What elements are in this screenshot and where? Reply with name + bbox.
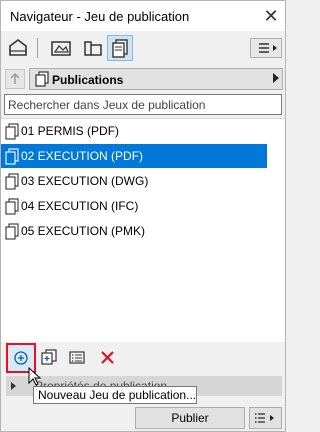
window-title: Navigateur - Jeu de publication	[10, 9, 190, 24]
publisher-set-icon	[5, 173, 19, 190]
list-item[interactable]: 02 EXECUTION (PDF)	[1, 144, 267, 168]
project-map-icon	[9, 39, 27, 56]
publisher-set-icon	[5, 123, 19, 140]
dropdown-label: Publications	[52, 73, 124, 87]
settings-icon	[69, 351, 85, 364]
list-item[interactable]: 01 PERMIS (PDF)	[1, 119, 267, 143]
list-menu-icon	[255, 413, 274, 423]
delete-button[interactable]	[98, 346, 118, 370]
up-level-button[interactable]	[5, 69, 25, 89]
tooltip: Nouveau Jeu de publication...	[33, 386, 197, 404]
mouse-pointer-icon	[28, 367, 42, 386]
publisher-sets-icon	[35, 71, 49, 87]
publisher-set-icon	[5, 223, 19, 240]
publisher-sets-button[interactable]	[107, 35, 133, 61]
list-item-label: 01 PERMIS (PDF)	[21, 124, 120, 138]
publisher-set-settings-button[interactable]	[67, 346, 87, 370]
new-publisher-set-icon	[14, 351, 28, 365]
list-item[interactable]: 04 EXECUTION (IFC)	[1, 194, 267, 218]
publisher-set-list: 01 PERMIS (PDF) 02 EXECUTION (PDF) 03 EXEC…	[1, 118, 285, 342]
list-item-label: 05 EXECUTION (PMK)	[21, 224, 146, 238]
toolbar-separator	[37, 38, 38, 58]
list-item[interactable]: 03 EXECUTION (DWG)	[1, 169, 267, 193]
close-icon: ✕	[263, 6, 279, 26]
options-menu-button[interactable]	[250, 38, 282, 58]
publications-dropdown[interactable]: Publications	[29, 68, 283, 90]
view-map-icon	[51, 41, 71, 56]
publish-button[interactable]: Publier	[135, 407, 245, 429]
view-map-button[interactable]	[48, 35, 74, 61]
layout-book-icon	[84, 41, 102, 56]
chevron-right-icon	[11, 382, 16, 390]
chevron-right-icon	[273, 73, 279, 83]
publish-options-button[interactable]	[249, 407, 282, 429]
search-input[interactable]	[4, 94, 282, 115]
close-button[interactable]: ✕	[259, 4, 283, 28]
project-map-button[interactable]	[5, 35, 31, 61]
hamburger-icon	[259, 43, 277, 53]
publisher-set-icon	[5, 148, 19, 165]
title-bar: Navigateur - Jeu de publication ✕	[1, 1, 285, 31]
layout-book-button[interactable]	[80, 35, 106, 61]
arrow-up-icon	[10, 72, 20, 84]
publisher-sets-icon	[112, 39, 128, 58]
list-item-label: 04 EXECUTION (IFC)	[21, 199, 139, 213]
list-item-label: 03 EXECUTION (DWG)	[21, 174, 149, 188]
list-item-label: 02 EXECUTION (PDF)	[21, 149, 144, 163]
list-item[interactable]: 05 EXECUTION (PMK)	[1, 219, 267, 243]
delete-icon	[101, 351, 114, 364]
publisher-set-icon	[5, 198, 19, 215]
new-subset-icon	[41, 349, 57, 365]
new-subset-button[interactable]	[39, 346, 59, 370]
